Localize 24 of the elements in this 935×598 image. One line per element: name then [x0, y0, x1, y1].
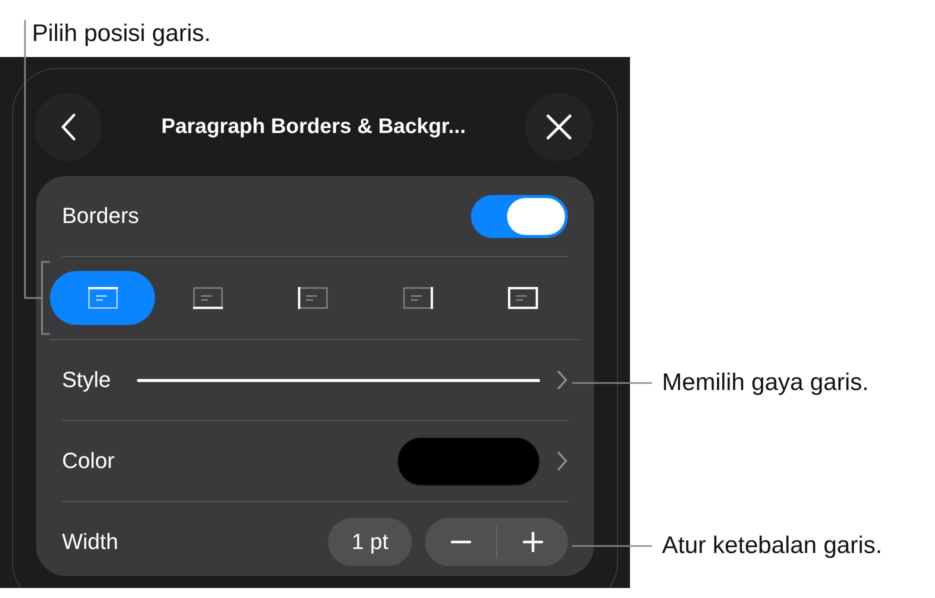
border-position-icon: [298, 287, 328, 309]
width-value: 1 pt: [328, 518, 412, 566]
color-swatch[interactable]: [397, 436, 540, 486]
border-position-button[interactable]: [50, 271, 155, 325]
borders-label: Borders: [62, 203, 140, 229]
panel-title: Paragraph Borders & Backgr...: [161, 115, 466, 139]
border-position-icon: [402, 287, 432, 309]
callout-label: Atur ketebalan garis.: [662, 532, 882, 560]
borders-toggle[interactable]: [471, 194, 568, 238]
border-position-icon: [88, 287, 118, 309]
plus-icon: [522, 531, 544, 553]
chevron-right-icon: [556, 369, 568, 391]
line-style-preview[interactable]: [136, 378, 540, 382]
border-position-icon: [508, 287, 538, 309]
chevron-right-icon: [556, 450, 568, 472]
color-label: Color: [62, 448, 115, 474]
style-label: Style: [62, 367, 111, 393]
width-label: Width: [62, 529, 118, 555]
border-position-icon: [192, 287, 222, 309]
close-icon: [546, 114, 572, 140]
callout-label: Memilih gaya garis.: [662, 369, 869, 397]
callout-label: Pilih posisi garis.: [31, 19, 212, 49]
minus-icon: [450, 540, 472, 544]
chevron-left-icon: [60, 113, 76, 141]
